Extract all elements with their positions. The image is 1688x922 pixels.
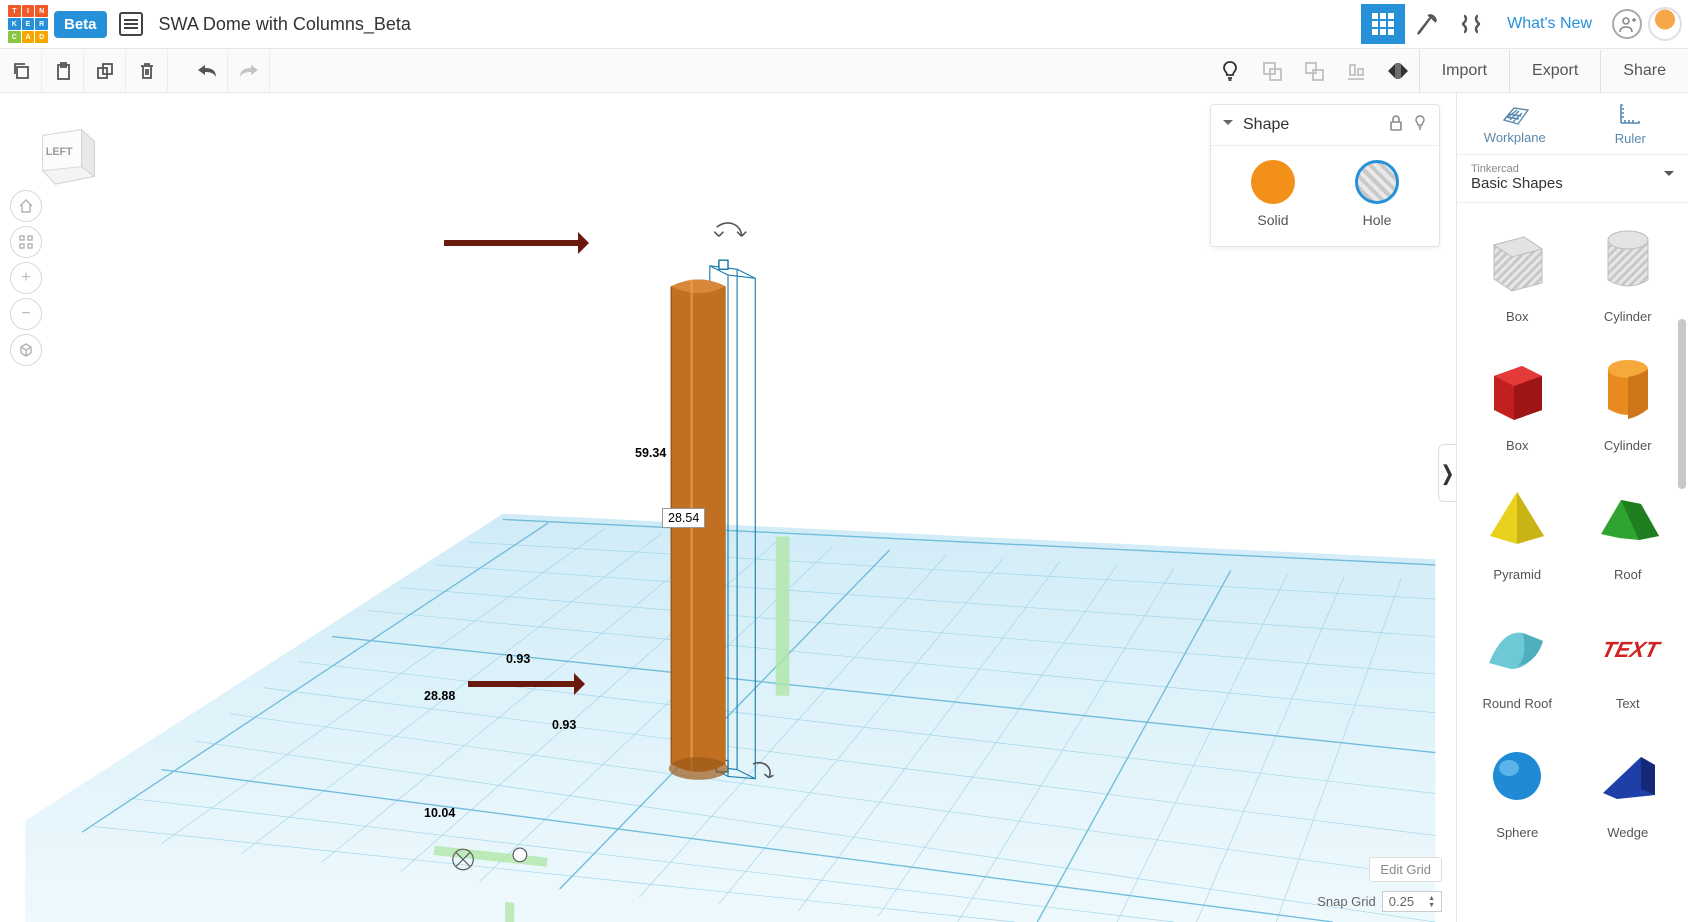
export-button[interactable]: Export: [1509, 50, 1600, 92]
group-button[interactable]: [1251, 50, 1293, 92]
snap-grid-value[interactable]: 0.25 ▲▼: [1382, 891, 1442, 912]
add-person-icon[interactable]: [1612, 9, 1642, 39]
scrollbar[interactable]: [1678, 319, 1686, 489]
shape-cylinder-hole[interactable]: Cylinder: [1578, 221, 1679, 324]
align-button[interactable]: [1335, 50, 1377, 92]
whats-new-link[interactable]: What's New: [1493, 15, 1606, 33]
shape-roof[interactable]: Roof: [1578, 479, 1679, 582]
collapse-panel-handle[interactable]: ❭: [1438, 444, 1456, 502]
tinkercad-app: TIN KER CAD Beta SWA Dome with Columns_B…: [0, 0, 1688, 922]
tinkercad-logo[interactable]: TIN KER CAD: [8, 5, 48, 43]
copy-button[interactable]: [0, 50, 42, 92]
ruler-tool[interactable]: Ruler: [1573, 93, 1688, 154]
chevron-down-icon: [1664, 171, 1674, 181]
dimension-height[interactable]: 59.34: [635, 446, 666, 460]
shape-pyramid[interactable]: Pyramid: [1467, 479, 1568, 582]
lock-icon[interactable]: [1389, 115, 1403, 135]
shape-inspector: Shape Solid Hole: [1210, 104, 1440, 247]
dimension-width-1[interactable]: 0.93: [506, 652, 530, 666]
shapes-panel: Workplane Ruler Tinkercad Basic Shapes B…: [1456, 93, 1688, 922]
hole-label: Hole: [1363, 212, 1392, 228]
cylinder-shape[interactable]: [669, 279, 728, 779]
mirror-button[interactable]: [1377, 50, 1419, 92]
redo-button[interactable]: [228, 50, 270, 92]
svg-text:TEXT: TEXT: [1599, 637, 1664, 662]
inspector-title: Shape: [1243, 116, 1379, 134]
dimension-extra[interactable]: 10.04: [424, 806, 455, 820]
share-button[interactable]: Share: [1600, 50, 1688, 92]
snap-grid-label: Snap Grid: [1317, 894, 1376, 909]
shape-sphere[interactable]: Sphere: [1467, 737, 1568, 840]
document-title[interactable]: SWA Dome with Columns_Beta: [159, 14, 411, 35]
pickaxe-icon[interactable]: [1405, 4, 1449, 44]
delete-button[interactable]: [126, 50, 168, 92]
shape-grid: Box Cylinder Box Cylinder Pyramid Roof: [1457, 203, 1688, 922]
shape-round-roof[interactable]: Round Roof: [1467, 608, 1568, 711]
code-blocks-icon[interactable]: [1449, 4, 1493, 44]
toolbar: Import Export Share: [0, 49, 1688, 93]
shape-cylinder-orange[interactable]: Cylinder: [1578, 350, 1679, 453]
user-avatar[interactable]: [1648, 7, 1682, 41]
shape-box-hole[interactable]: Box: [1467, 221, 1568, 324]
shape-category-dropdown[interactable]: Tinkercad Basic Shapes: [1457, 155, 1688, 203]
title-bar-right: What's New: [1361, 4, 1682, 44]
blocks-mode-button[interactable]: [1361, 4, 1405, 44]
solid-swatch[interactable]: [1251, 160, 1295, 204]
dimension-width-2[interactable]: 0.93: [552, 718, 576, 732]
design-list-icon[interactable]: [119, 12, 143, 36]
title-bar: TIN KER CAD Beta SWA Dome with Columns_B…: [0, 0, 1688, 49]
paste-button[interactable]: [42, 50, 84, 92]
bulb-icon[interactable]: [1209, 50, 1251, 92]
hole-swatch[interactable]: [1355, 160, 1399, 204]
annotation-arrow-top: [444, 240, 584, 246]
ungroup-button[interactable]: [1293, 50, 1335, 92]
workplane-tool[interactable]: Workplane: [1457, 93, 1573, 154]
collapse-caret-icon[interactable]: [1223, 120, 1233, 130]
bulb-hint-icon[interactable]: [1413, 115, 1427, 135]
undo-button[interactable]: [186, 50, 228, 92]
beta-badge: Beta: [54, 11, 107, 38]
shape-wedge[interactable]: Wedge: [1578, 737, 1679, 840]
edit-grid-button[interactable]: Edit Grid: [1369, 857, 1442, 882]
duplicate-button[interactable]: [84, 50, 126, 92]
snap-grid-control: Snap Grid 0.25 ▲▼: [1317, 891, 1442, 912]
annotation-arrow-bottom: [468, 681, 580, 687]
import-button[interactable]: Import: [1419, 50, 1509, 92]
shape-box-red[interactable]: Box: [1467, 350, 1568, 453]
dimension-z-offset[interactable]: 28.54: [662, 508, 705, 528]
shape-text[interactable]: TEXT Text: [1578, 608, 1679, 711]
dimension-depth[interactable]: 28.88: [424, 689, 455, 703]
solid-label: Solid: [1257, 212, 1288, 228]
